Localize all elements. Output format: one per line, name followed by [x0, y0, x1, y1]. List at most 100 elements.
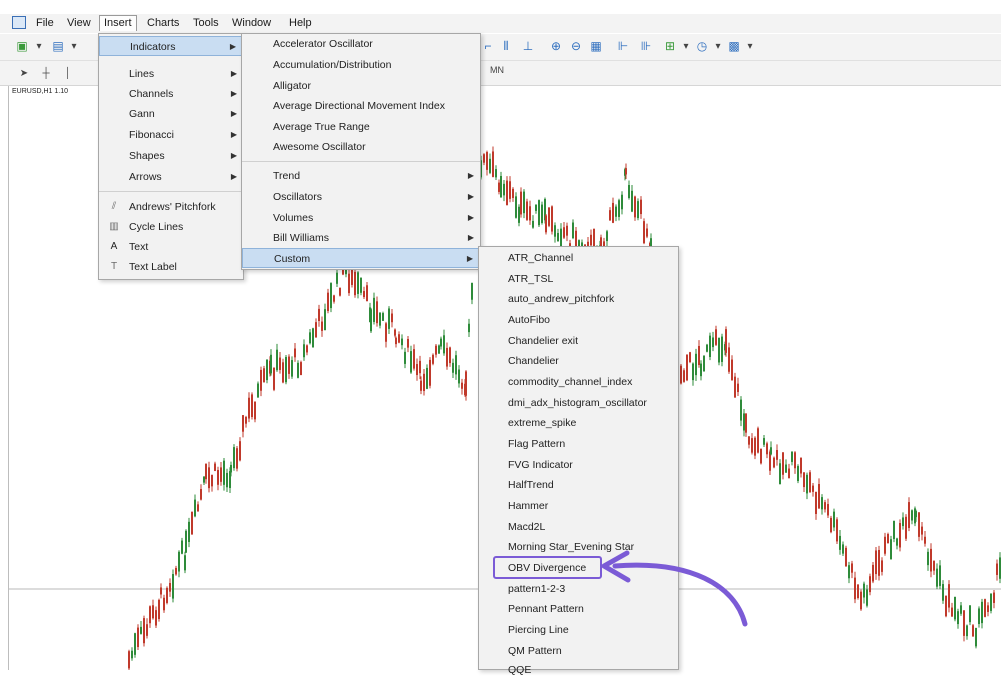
- candle-body: [706, 344, 708, 352]
- menu-item-label: Chandelier: [508, 355, 559, 367]
- insert-item-text[interactable]: A Text: [99, 237, 243, 257]
- indicator-group-trend[interactable]: Trend ▶: [242, 166, 480, 186]
- candle-body: [612, 202, 614, 223]
- custom-item[interactable]: Chandelier: [479, 351, 678, 371]
- candle-body: [357, 272, 359, 294]
- candle-body: [770, 447, 772, 455]
- candle-body: [452, 362, 454, 373]
- insert-item-text-label[interactable]: T Text Label: [99, 257, 243, 277]
- custom-item[interactable]: QQE: [479, 660, 678, 680]
- indicator-item[interactable]: Alligator: [242, 76, 480, 96]
- menu-item-label: Macd2L: [508, 521, 546, 533]
- custom-item[interactable]: QM Pattern: [479, 641, 678, 661]
- candle-body: [779, 463, 781, 485]
- candle-body: [520, 191, 522, 215]
- candle-body: [217, 470, 219, 485]
- insert-item-andrews-pitchfork[interactable]: ⫽ Andrews' Pitchfork: [99, 197, 243, 217]
- candle-body: [538, 200, 540, 226]
- insert-item-arrows[interactable]: Arrows ▶: [99, 167, 243, 187]
- custom-item[interactable]: auto_andrew_pitchfork: [479, 289, 678, 309]
- custom-item[interactable]: HalfTrend: [479, 475, 678, 495]
- menu-item-label: Shapes: [129, 150, 165, 162]
- candle-body: [921, 526, 923, 535]
- candle-body: [276, 349, 278, 371]
- custom-item[interactable]: Flag Pattern: [479, 434, 678, 454]
- indicator-item[interactable]: Average True Range: [242, 117, 480, 137]
- menu-item-label: Text Label: [129, 261, 177, 273]
- menu-item-label: commodity_channel_index: [508, 376, 633, 388]
- candle-body: [461, 382, 463, 389]
- candle-body: [899, 523, 901, 548]
- candle-body: [354, 271, 356, 296]
- custom-item[interactable]: Morning Star_Evening Star: [479, 537, 678, 557]
- candle-body: [566, 225, 568, 236]
- custom-item[interactable]: commodity_channel_index: [479, 372, 678, 392]
- submenu-arrow-icon: ▶: [467, 233, 474, 242]
- indicator-group-oscillators[interactable]: Oscillators ▶: [242, 187, 480, 207]
- candle-body: [312, 328, 314, 348]
- insert-item-shapes[interactable]: Shapes ▶: [99, 146, 243, 166]
- highlight-box: [493, 556, 602, 579]
- candle-body: [628, 185, 630, 199]
- custom-item[interactable]: FVG Indicator: [479, 455, 678, 475]
- insert-item-gann[interactable]: Gann ▶: [99, 104, 243, 124]
- custom-item[interactable]: extreme_spike: [479, 413, 678, 433]
- indicator-item[interactable]: Accelerator Oscillator: [242, 34, 480, 54]
- candle-body: [512, 188, 514, 198]
- custom-item[interactable]: pattern1-2-3: [479, 579, 678, 599]
- candle-body: [990, 593, 992, 611]
- candle-body: [188, 521, 190, 542]
- indicator-group-bill-williams[interactable]: Bill Williams ▶: [242, 228, 480, 248]
- candle-body: [957, 611, 959, 625]
- cycle-lines-icon: ▥: [109, 221, 119, 232]
- candle-body: [404, 351, 406, 364]
- candle-body: [492, 151, 494, 177]
- candle-body: [233, 447, 235, 469]
- indicator-item[interactable]: Awesome Oscillator: [242, 137, 480, 157]
- candle-body: [712, 337, 714, 348]
- menu-item-label: Arrows: [129, 171, 162, 183]
- candle-body: [432, 354, 434, 364]
- candle-body: [854, 577, 856, 600]
- candle-body: [942, 584, 944, 601]
- indicator-group-volumes[interactable]: Volumes ▶: [242, 208, 480, 228]
- indicator-group-custom[interactable]: Custom ▶: [242, 248, 480, 268]
- candle-body: [905, 516, 907, 539]
- menu-item-label: FVG Indicator: [508, 459, 573, 471]
- insert-item-cycle-lines[interactable]: ▥ Cycle Lines: [99, 217, 243, 237]
- candle-body: [419, 360, 421, 374]
- submenu-arrow-icon: ▶: [466, 254, 473, 263]
- custom-item[interactable]: Macd2L: [479, 517, 678, 537]
- candle-body: [333, 295, 335, 302]
- insert-item-fibonacci[interactable]: Fibonacci ▶: [99, 125, 243, 145]
- insert-item-lines[interactable]: Lines ▶: [99, 64, 243, 84]
- candle-body: [643, 221, 645, 244]
- candle-body: [754, 437, 756, 456]
- candle-body: [815, 491, 817, 514]
- custom-item[interactable]: Pennant Pattern: [479, 599, 678, 619]
- candle-body: [181, 540, 183, 554]
- custom-item[interactable]: AutoFibo: [479, 310, 678, 330]
- candle-body: [773, 457, 775, 468]
- insert-item-indicators[interactable]: Indicators ▶: [99, 36, 243, 56]
- submenu-arrow-icon: ▶: [230, 89, 237, 98]
- candle-body: [954, 596, 956, 620]
- custom-item[interactable]: Chandelier exit: [479, 331, 678, 351]
- candle-body: [194, 499, 196, 517]
- candle-body: [226, 472, 228, 488]
- custom-item[interactable]: ATR_TSL: [479, 269, 678, 289]
- candle-body: [443, 335, 445, 354]
- candle-body: [763, 438, 765, 445]
- indicator-item[interactable]: Average Directional Movement Index: [242, 96, 480, 116]
- insert-item-channels[interactable]: Channels ▶: [99, 84, 243, 104]
- custom-item[interactable]: dmi_adx_histogram_oscillator: [479, 393, 678, 413]
- candle-body: [191, 511, 193, 535]
- custom-item[interactable]: Hammer: [479, 496, 678, 516]
- candle-body: [465, 371, 467, 396]
- custom-item[interactable]: Piercing Line: [479, 620, 678, 640]
- menu-item-label: Accumulation/Distribution: [273, 59, 392, 71]
- custom-item[interactable]: ATR_Channel: [479, 248, 678, 268]
- indicator-item[interactable]: Accumulation/Distribution: [242, 55, 480, 75]
- candle-body: [866, 589, 868, 606]
- submenu-arrow-icon: ▶: [230, 151, 237, 160]
